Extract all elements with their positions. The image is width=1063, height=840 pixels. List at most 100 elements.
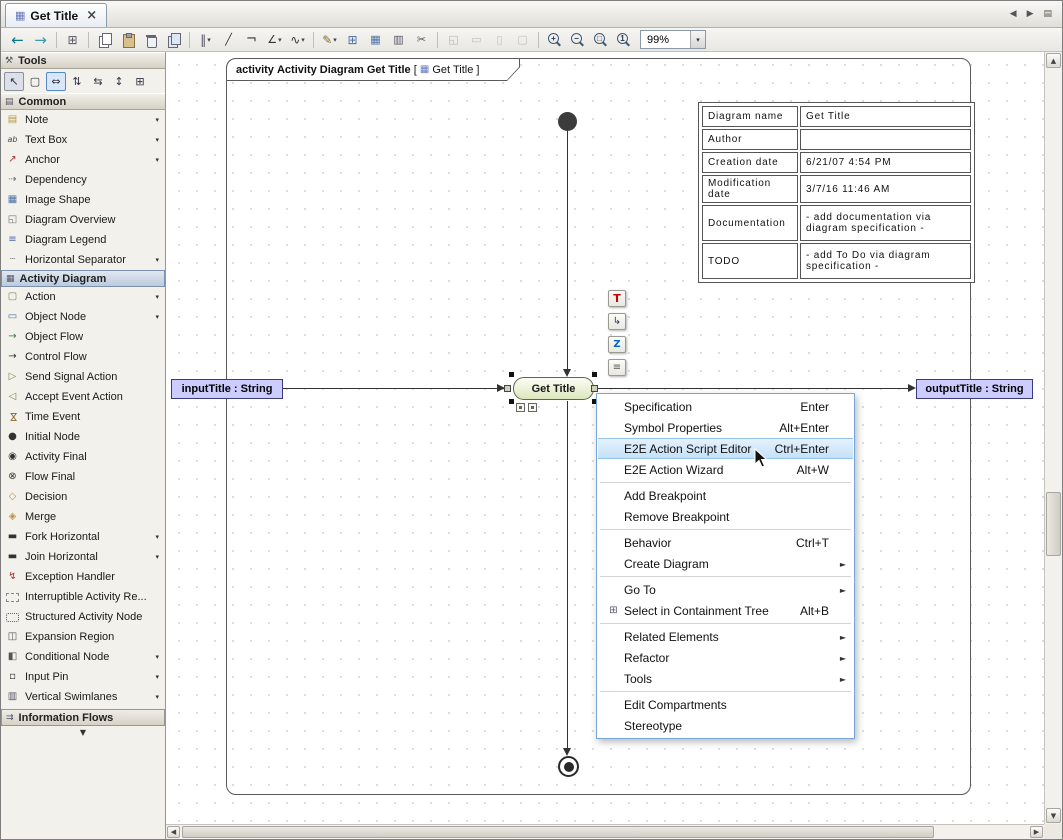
palette-item-note[interactable]: ▤Note▾	[1, 110, 165, 130]
menu-item-edit-compartments[interactable]: Edit Compartments	[598, 694, 853, 715]
menu-item-remove-breakpoint[interactable]: Remove Breakpoint	[598, 506, 853, 527]
palette-item-image-shape[interactable]: ▦Image Shape	[1, 190, 165, 210]
expand-marker-icon[interactable]	[528, 403, 537, 412]
horizontal-scrollbar[interactable]: ◀ ▶	[166, 824, 1044, 839]
output-pin[interactable]	[591, 385, 598, 392]
palette-item-structured-activity-node[interactable]: Structured Activity Node	[1, 607, 165, 627]
menu-item-go-to[interactable]: Go To►	[598, 579, 853, 600]
insert-image-button[interactable]: ▦	[365, 30, 386, 50]
palette-item-flow-final[interactable]: ⊗Flow Final	[1, 467, 165, 487]
dropdown-arrow-icon[interactable]: ▾	[333, 36, 337, 44]
palette-item-decision[interactable]: ◇Decision	[1, 487, 165, 507]
palette-item-control-flow[interactable]: →Control Flow	[1, 347, 165, 367]
palette-item-accept-event-action[interactable]: ◁Accept Event Action	[1, 387, 165, 407]
line-curve-button[interactable]: ∿▾	[287, 30, 308, 50]
palette-item-diagram-legend[interactable]: ≡Diagram Legend	[1, 230, 165, 250]
marquee-select-button[interactable]: ▢	[25, 72, 45, 91]
dropdown-arrow-icon[interactable]: ▾	[155, 553, 159, 561]
dropdown-arrow-icon[interactable]: ▾	[155, 156, 159, 164]
dropdown-arrow-icon[interactable]: ▾	[155, 136, 159, 144]
scroll-left-button[interactable]: ◀	[167, 826, 180, 838]
containment-tree-button[interactable]: ⊞	[62, 30, 83, 50]
menu-item-symbol-properties[interactable]: Symbol PropertiesAlt+Enter	[598, 417, 853, 438]
selection-handle[interactable]	[592, 372, 597, 377]
palette-item-text-box[interactable]: abText Box▾	[1, 130, 165, 150]
palette-item-time-event[interactable]: ⋈Time Event	[1, 407, 165, 427]
palette-item-diagram-overview[interactable]: ◱Diagram Overview	[1, 210, 165, 230]
palette-item-join-horizontal[interactable]: ▬Join Horizontal▾	[1, 547, 165, 567]
dropdown-arrow-icon[interactable]: ▾	[278, 36, 282, 44]
action-get-title[interactable]: Get Title	[513, 377, 594, 400]
zoom-level-select[interactable]: 99%▾	[640, 30, 706, 49]
palette-item-merge[interactable]: ◈Merge	[1, 507, 165, 527]
menu-item-refactor[interactable]: Refactor►	[598, 647, 853, 668]
dropdown-arrow-icon[interactable]: ▾	[155, 533, 159, 541]
fit-height-button[interactable]: ↕	[109, 72, 129, 91]
horizontal-scroll-thumb[interactable]	[182, 826, 934, 838]
initial-node[interactable]	[558, 112, 577, 131]
menu-item-e2e-action-wizard[interactable]: E2E Action WizardAlt+W	[598, 459, 853, 480]
properties-tool-button[interactable]: ≡	[608, 359, 626, 376]
scroll-tabs-left-button[interactable]: ◀	[1010, 9, 1017, 19]
menu-item-select-in-containment-tree[interactable]: ⊞Select in Containment TreeAlt+B	[598, 600, 853, 621]
tab-get-title[interactable]: ▦ Get Title ×	[5, 3, 107, 27]
zoom-out-button[interactable]: −	[567, 30, 588, 50]
palette-item-send-signal-action[interactable]: ▷Send Signal Action	[1, 367, 165, 387]
dropdown-arrow-icon[interactable]: ▾	[155, 256, 159, 264]
copy-button[interactable]	[94, 30, 115, 50]
line-oblique-button[interactable]: ∠▾	[264, 30, 285, 50]
link-select-button[interactable]: ⇔	[46, 72, 66, 91]
delete-button[interactable]	[140, 30, 161, 50]
text-tool-button[interactable]: T	[608, 290, 626, 307]
palette-item-horizontal-separator[interactable]: ┄Horizontal Separator▾	[1, 250, 165, 270]
select-cursor-button[interactable]: ↖	[4, 72, 24, 91]
selection-handle[interactable]	[509, 399, 514, 404]
input-parameter-node[interactable]: inputTitle : String	[171, 379, 283, 399]
palette-item-activity-final[interactable]: ◉Activity Final	[1, 447, 165, 467]
expand-marker-icon[interactable]	[516, 403, 525, 412]
dropdown-arrow-icon[interactable]: ▾	[155, 693, 159, 701]
scroll-tabs-right-button[interactable]: ▶	[1027, 9, 1034, 19]
palette-header-information-flows[interactable]: ⇉Information Flows	[1, 709, 165, 726]
attach-button[interactable]: ✂	[411, 30, 432, 50]
dropdown-arrow-icon[interactable]: ▾	[207, 36, 211, 44]
object-flow-edge-input[interactable]	[283, 388, 505, 389]
menu-item-stereotype[interactable]: Stereotype	[598, 715, 853, 736]
dropdown-arrow-icon[interactable]: ▾	[155, 313, 159, 321]
selection-handle[interactable]	[509, 372, 514, 377]
zoom-selection-button[interactable]: 1	[613, 30, 634, 50]
palette-item-initial-node[interactable]: ●Initial Node	[1, 427, 165, 447]
palette-header-activity-diagram[interactable]: ▦Activity Diagram	[1, 270, 165, 287]
palette-item-action[interactable]: ▢Action▾	[1, 287, 165, 307]
line-straight-button[interactable]: ╱	[218, 30, 239, 50]
zoom-in-button[interactable]: +	[544, 30, 565, 50]
forward-button[interactable]: →	[30, 30, 51, 50]
tab-list-button[interactable]: ▤	[1043, 9, 1052, 19]
diagram-canvas[interactable]: activity Activity Diagram Get Title [ ▦ …	[166, 52, 1044, 824]
menu-item-e2e-action-script-editor[interactable]: E2E Action Script EditorCtrl+Enter	[598, 438, 853, 459]
control-flow-edge-initial-to-action[interactable]	[567, 131, 568, 371]
output-parameter-node[interactable]: outputTitle : String	[916, 379, 1033, 399]
menu-item-related-elements[interactable]: Related Elements►	[598, 626, 853, 647]
palette-item-interruptible-activity-re[interactable]: Interruptible Activity Re...	[1, 587, 165, 607]
dropdown-arrow-icon[interactable]: ▾	[155, 116, 159, 124]
menu-item-specification[interactable]: SpecificationEnter	[598, 396, 853, 417]
vertical-scrollbar[interactable]: ▲ ▼	[1044, 52, 1062, 824]
palette-item-anchor[interactable]: ↗Anchor▾	[1, 150, 165, 170]
flow-tool-button[interactable]: ↳	[608, 313, 626, 330]
activity-final-node[interactable]	[558, 756, 579, 777]
paste-button[interactable]	[117, 30, 138, 50]
palette-item-exception-handler[interactable]: ↯Exception Handler	[1, 567, 165, 587]
control-flow-edge-action-to-final[interactable]	[567, 401, 568, 749]
palette-item-object-flow[interactable]: →Object Flow	[1, 327, 165, 347]
menu-item-tools[interactable]: Tools►	[598, 668, 853, 689]
paint-format-button[interactable]: ✎▾	[319, 30, 340, 50]
object-flow-edge-output[interactable]	[596, 388, 909, 389]
palette-collapse-button[interactable]: ▼	[1, 726, 165, 740]
scroll-right-button[interactable]: ▶	[1030, 826, 1043, 838]
dropdown-arrow-icon[interactable]: ▾	[301, 36, 305, 44]
dropdown-arrow-icon[interactable]: ▾	[155, 293, 159, 301]
dropdown-arrow-icon[interactable]: ▾	[155, 653, 159, 661]
dropdown-arrow-icon[interactable]: ▾	[155, 673, 159, 681]
palette-header-common[interactable]: ▤Common	[1, 93, 165, 110]
